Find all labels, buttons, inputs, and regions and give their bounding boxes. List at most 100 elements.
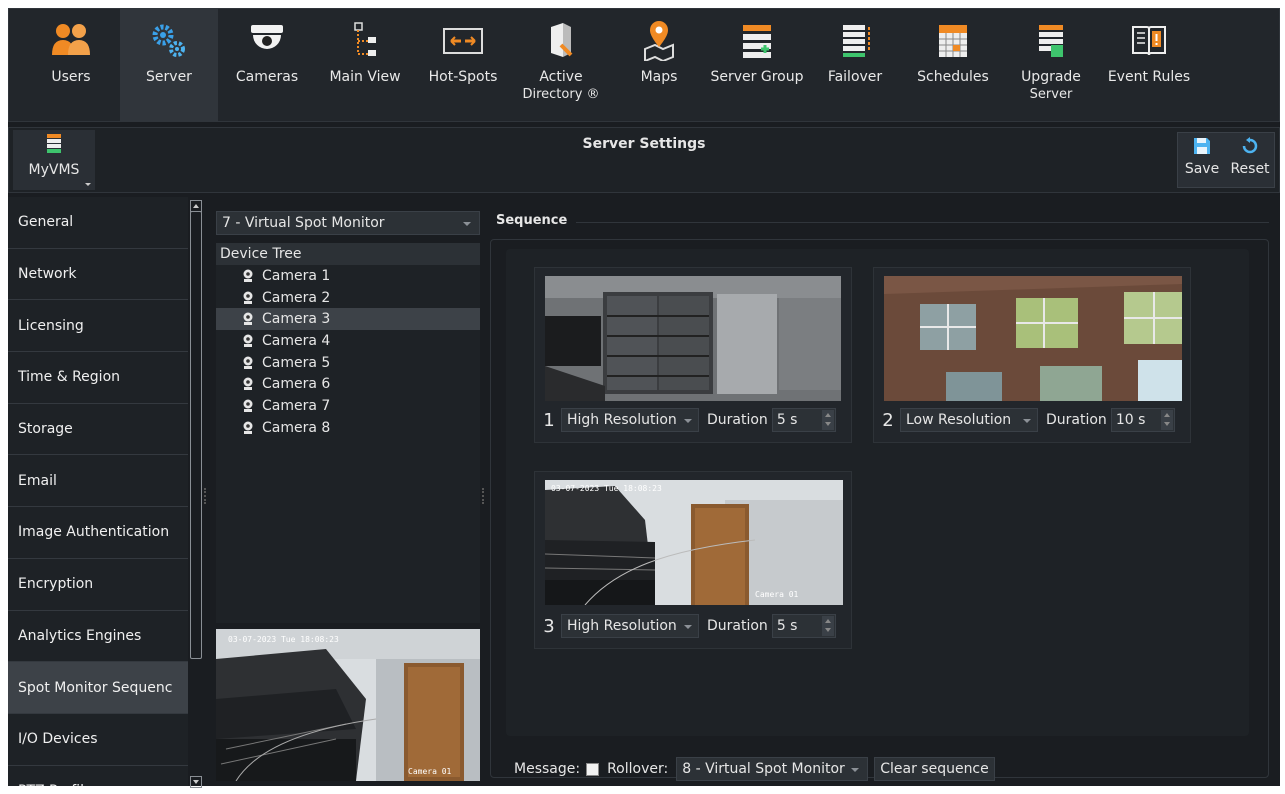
sequence-item-index: 1 — [543, 409, 555, 431]
chevron-down-icon — [684, 419, 692, 423]
nav-item-analytics-engines[interactable]: Analytics Engines — [8, 611, 188, 663]
nav-item-storage[interactable]: Storage — [8, 404, 188, 456]
resolution-select[interactable]: Low Resolution — [900, 408, 1038, 432]
duration-spinbox[interactable]: 10 s — [1110, 408, 1175, 432]
sequence-item-caption: Camera 01 — [755, 590, 799, 599]
toolbar-label: Hot-Spots — [428, 69, 498, 85]
nav-item-ptz-profiles[interactable]: PTZ Profiles — [8, 766, 188, 786]
toolbar-label: Maps — [640, 69, 678, 85]
camera-preview: 03-07-2023 Tue 18:08:23 Camera 01 — [216, 629, 480, 782]
clear-sequence-button[interactable]: Clear sequence — [874, 757, 995, 781]
device-tree-column: 7 - Virtual Spot Monitor Device Tree Cam… — [216, 211, 480, 783]
chevron-down-icon — [1163, 422, 1170, 426]
settings-header: MyVMS Server Settings Save Reset — [8, 127, 1280, 193]
resolution-select[interactable]: High Resolution — [561, 614, 699, 638]
nav-item-time-region[interactable]: Time & Region — [8, 352, 188, 404]
tree-node-camera-2[interactable]: Camera 2 — [216, 287, 480, 309]
toolbar-schedules[interactable]: Schedules — [904, 9, 1002, 121]
camera-icon — [243, 399, 253, 412]
splitter-grip-icon — [482, 488, 484, 504]
duration-value: 5 s — [776, 412, 798, 428]
duration-value: 5 s — [776, 618, 798, 634]
sequence-divider — [576, 222, 1269, 223]
nav-item-general[interactable]: General — [8, 197, 188, 249]
save-button[interactable]: Save — [1178, 133, 1226, 187]
tree-node-camera-4[interactable]: Camera 4 — [216, 330, 480, 352]
tree-view-icon — [343, 21, 387, 61]
server-gears-icon — [147, 21, 191, 61]
spin-buttons[interactable] — [821, 616, 834, 636]
toolbar-event-rules[interactable]: Event Rules — [1100, 9, 1198, 121]
toolbar-cameras[interactable]: Cameras — [218, 9, 316, 121]
message-checkbox[interactable] — [586, 762, 600, 776]
sequence-item[interactable]: 1 High Resolution Duration 5 s — [534, 267, 852, 443]
resolution-value: Low Resolution — [906, 412, 1012, 428]
nav-scrollbar[interactable] — [189, 197, 203, 788]
sequence-item-controls: 1 High Resolution Duration 5 s — [535, 407, 836, 433]
nav-item-image-authentication[interactable]: Image Authentication — [8, 507, 188, 559]
device-tree-header: Device Tree — [216, 243, 480, 265]
tree-node-label: Camera 6 — [262, 376, 331, 393]
sequence-thumbnail — [545, 276, 841, 401]
tree-node-camera-7[interactable]: Camera 7 — [216, 395, 480, 417]
hot-spot-icon — [441, 21, 485, 61]
left-splitter[interactable] — [202, 198, 208, 783]
nav-item-spot-monitor-sequence[interactable]: Spot Monitor Sequenc — [8, 662, 188, 714]
nav-item-network[interactable]: Network — [8, 249, 188, 301]
nav-item-encryption[interactable]: Encryption — [8, 559, 188, 611]
toolbar-failover[interactable]: Failover — [806, 9, 904, 121]
resolution-select[interactable]: High Resolution — [561, 408, 699, 432]
toolbar-users[interactable]: Users — [22, 9, 120, 121]
rollover-select[interactable]: 8 - Virtual Spot Monitor — [676, 757, 869, 781]
toolbar-label: Schedules — [917, 69, 989, 85]
chevron-down-icon — [824, 628, 831, 632]
scrollbar-thumb[interactable] — [190, 211, 202, 659]
monitor-select[interactable]: 7 - Virtual Spot Monitor — [216, 211, 480, 235]
header-actions: Save Reset — [1177, 132, 1275, 188]
camera-icon — [243, 334, 253, 347]
toolbar-label: Upgrade — [1021, 69, 1081, 85]
duration-label: Duration — [707, 412, 768, 428]
reset-button[interactable]: Reset — [1226, 133, 1274, 187]
tree-node-label: Camera 7 — [262, 397, 331, 414]
sequence-thumbnail — [884, 276, 1182, 401]
duration-spinbox[interactable]: 5 s — [771, 614, 836, 638]
dome-camera-icon — [245, 21, 289, 61]
toolbar-server-group[interactable]: Server Group — [708, 9, 806, 121]
toolbar-maps[interactable]: Maps — [610, 9, 708, 121]
upgrade-server-icon — [1029, 21, 1073, 61]
spin-buttons[interactable] — [1160, 410, 1173, 430]
sequence-item[interactable]: 2 Low Resolution Duration 10 s — [873, 267, 1191, 443]
spin-buttons[interactable] — [821, 410, 834, 430]
nav-item-io-devices[interactable]: I/O Devices — [8, 714, 188, 766]
nav-item-email[interactable]: Email — [8, 455, 188, 508]
resolution-value: High Resolution — [567, 412, 677, 428]
tree-node-camera-6[interactable]: Camera 6 — [216, 373, 480, 395]
chevron-up-icon — [1163, 413, 1170, 417]
camera-icon — [243, 312, 253, 326]
toolbar-active-directory[interactable]: Active Directory ® — [512, 9, 610, 121]
toolbar-main-view[interactable]: Main View — [316, 9, 414, 121]
tree-node-camera-8[interactable]: Camera 8 — [216, 417, 480, 439]
tree-node-camera-3[interactable]: Camera 3 — [216, 308, 480, 331]
toolbar-hot-spots[interactable]: Hot-Spots — [414, 9, 512, 121]
calendar-icon — [931, 21, 975, 61]
tree-node-camera-1[interactable]: Camera 1 — [216, 265, 480, 287]
rollover-value: 8 - Virtual Spot Monitor — [682, 761, 845, 777]
server-group-icon — [735, 21, 779, 61]
save-label: Save — [1184, 161, 1220, 177]
toolbar-server[interactable]: Server — [120, 9, 218, 121]
camera-icon — [243, 269, 253, 282]
sequence-thumbnail — [545, 480, 843, 605]
nav-item-licensing[interactable]: Licensing — [8, 300, 188, 353]
users-icon — [49, 21, 93, 61]
scroll-down-button[interactable] — [190, 776, 202, 788]
sequence-item[interactable]: 03-07-2023 Tue 18:08:23 Camera 01 3 High… — [534, 471, 852, 649]
tree-node-camera-5[interactable]: Camera 5 — [216, 352, 480, 374]
tree-node-label: Camera 3 — [262, 311, 331, 328]
resolution-value: High Resolution — [567, 618, 677, 634]
middle-splitter[interactable] — [480, 198, 486, 783]
toolbar-upgrade-server[interactable]: Upgrade Server — [1002, 9, 1100, 121]
duration-spinbox[interactable]: 5 s — [771, 408, 836, 432]
chevron-down-icon — [193, 780, 199, 784]
